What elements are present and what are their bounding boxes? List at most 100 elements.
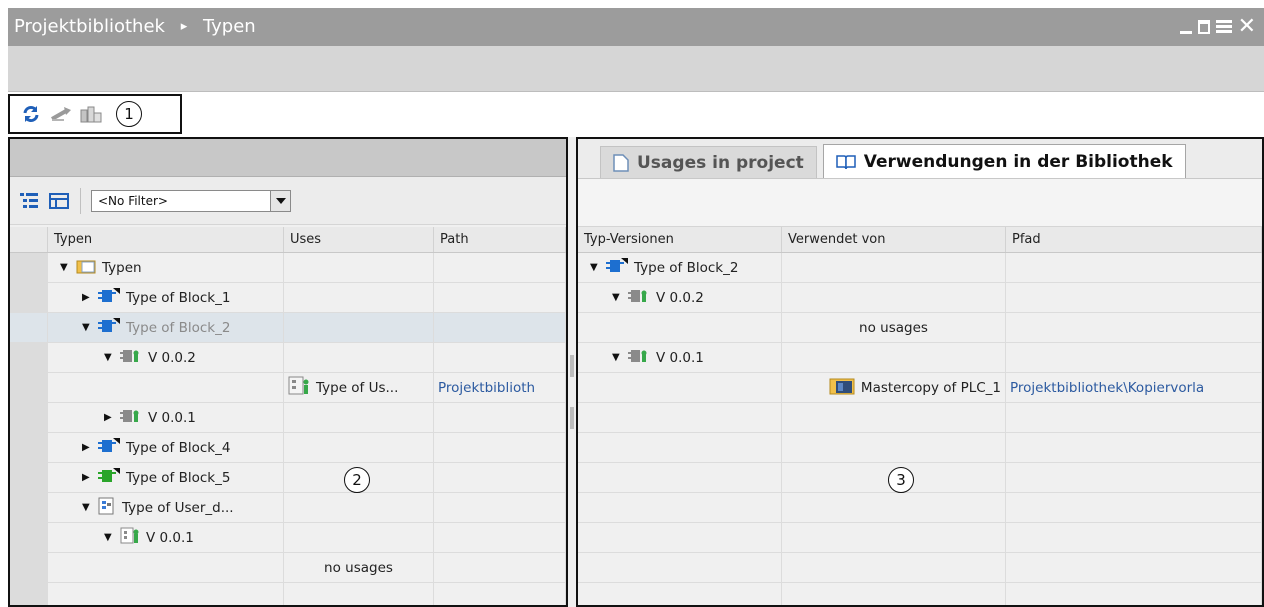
filter-select[interactable]: <No Filter> xyxy=(91,189,291,212)
book-icon xyxy=(836,154,856,169)
row-header[interactable] xyxy=(10,523,48,552)
row-header[interactable] xyxy=(10,433,48,462)
tree-cell: ▼ Typen xyxy=(48,253,284,282)
table-row[interactable] xyxy=(578,583,1262,605)
version-icon xyxy=(120,348,142,368)
pfad-cell xyxy=(1006,553,1262,582)
row-header[interactable] xyxy=(10,283,48,312)
tree-node[interactable]: ▼ Type of Block_2 xyxy=(582,257,738,278)
jump-icon[interactable] xyxy=(50,103,72,125)
copy-to-library-icon[interactable] xyxy=(80,103,102,125)
tree-toggle-icon[interactable]: ▶ xyxy=(82,292,92,303)
tree-toggle-icon[interactable]: ▶ xyxy=(104,412,114,423)
tab-verwendungen-in-der-bibliothek[interactable]: Verwendungen in der Bibliothek xyxy=(822,144,1186,178)
tree-node[interactable]: ▼ V 0.0.1 xyxy=(582,348,704,368)
tree-toggle-icon[interactable]: ▶ xyxy=(82,442,92,453)
row-header[interactable] xyxy=(10,313,48,342)
tree-toggle-icon[interactable]: ▼ xyxy=(82,322,92,333)
expand-all-icon[interactable] xyxy=(18,190,40,212)
column-header-typen[interactable]: Typen xyxy=(48,227,284,252)
column-header-pfad[interactable]: Pfad xyxy=(1006,227,1262,252)
row-header[interactable] xyxy=(10,403,48,432)
table-row[interactable]: ▼ V 0.0.2 xyxy=(10,343,566,373)
path-link[interactable]: Projektbiblioth xyxy=(438,380,535,396)
tree-node[interactable]: ▼ V 0.0.1 xyxy=(52,527,194,549)
table-row[interactable] xyxy=(578,493,1262,523)
tree-toggle-icon[interactable]: ▶ xyxy=(82,472,92,483)
splitter-handle-bottom[interactable] xyxy=(570,407,574,429)
row-header[interactable] xyxy=(10,493,48,522)
tree-node[interactable]: ▶ Type of Block_4 xyxy=(52,437,230,458)
table-row[interactable]: ▼ V 0.0.2 xyxy=(578,283,1262,313)
table-row[interactable]: Type of Us... Projektbiblioth xyxy=(10,373,566,403)
table-row[interactable]: ▶ Type of Block_4 xyxy=(10,433,566,463)
tab-usages-in-project[interactable]: Usages in project xyxy=(600,146,817,178)
column-header-uses[interactable]: Uses xyxy=(284,227,434,252)
close-icon[interactable]: ✕ xyxy=(1238,8,1256,46)
table-row[interactable] xyxy=(578,463,1262,493)
tree-toggle-icon[interactable]: ▼ xyxy=(590,262,600,273)
table-row[interactable]: ▶ Type of Block_5 xyxy=(10,463,566,493)
tree-node[interactable]: ▶ Type of Block_5 xyxy=(52,467,230,488)
table-row[interactable]: ▼ Type of Block_2 xyxy=(578,253,1262,283)
row-header[interactable] xyxy=(10,343,48,372)
column-header-typ-versionen[interactable]: Typ-Versionen xyxy=(578,227,782,252)
tree-toggle-icon[interactable]: ▼ xyxy=(60,262,70,273)
splitter-handle-top[interactable] xyxy=(570,355,574,377)
minimize-icon[interactable] xyxy=(1179,30,1192,34)
table-row[interactable]: no usages xyxy=(578,313,1262,343)
tree-node[interactable]: ▼ Type of User_d... xyxy=(52,497,234,519)
table-row[interactable]: ▼ Type of Block_2 xyxy=(10,313,566,343)
table-row[interactable] xyxy=(578,553,1262,583)
row-header[interactable] xyxy=(10,373,48,402)
table-row[interactable]: ▶ V 0.0.1 xyxy=(10,403,566,433)
table-row[interactable] xyxy=(578,403,1262,433)
table-row[interactable]: ▼ Type of User_d... xyxy=(10,493,566,523)
column-header-path[interactable]: Path xyxy=(434,227,566,252)
column-header-verwendet-von[interactable]: Verwendet von xyxy=(782,227,1006,252)
tree-toggle-icon[interactable]: ▼ xyxy=(612,352,622,363)
pfad-link[interactable]: Projektbibliothek\Kopiervorla xyxy=(1010,380,1204,396)
tree-cell xyxy=(578,373,782,402)
pfad-cell xyxy=(1006,463,1262,492)
tree-node[interactable]: ▶ V 0.0.1 xyxy=(52,408,196,428)
maximize-icon[interactable] xyxy=(1215,20,1232,34)
tree-toggle-icon[interactable]: ▼ xyxy=(82,502,92,513)
tree-node[interactable]: ▼ V 0.0.2 xyxy=(582,288,704,308)
tree-toggle-icon[interactable]: ▼ xyxy=(104,532,114,543)
row-header[interactable] xyxy=(10,463,48,492)
chevron-down-icon[interactable] xyxy=(270,190,290,211)
uses-cell xyxy=(284,283,434,312)
tree-node[interactable]: ▼ Type of Block_2 xyxy=(52,317,230,338)
uses-value: no usages xyxy=(324,559,393,576)
table-row[interactable]: ▼ Typen xyxy=(10,253,566,283)
float-icon[interactable] xyxy=(1197,20,1210,34)
table-row[interactable]: ▼ V 0.0.1 xyxy=(578,343,1262,373)
used-by-cell xyxy=(782,583,1006,605)
row-header[interactable] xyxy=(10,583,48,605)
refresh-icon[interactable] xyxy=(20,103,42,125)
path-cell xyxy=(434,343,566,372)
table-row[interactable] xyxy=(10,583,566,605)
table-row[interactable]: Mastercopy of PLC_1 Projektbibliothek\Kop… xyxy=(578,373,1262,403)
row-header[interactable] xyxy=(10,553,48,582)
table-row[interactable]: no usages xyxy=(10,553,566,583)
document-icon xyxy=(613,153,629,172)
table-row[interactable]: ▼ V 0.0.1 xyxy=(10,523,566,553)
tree-node[interactable]: ▶ Type of Block_1 xyxy=(52,287,230,308)
table-row[interactable] xyxy=(578,523,1262,553)
panel-splitter[interactable] xyxy=(568,137,576,607)
row-header[interactable] xyxy=(10,253,48,282)
tree-node[interactable]: ▼ V 0.0.2 xyxy=(52,348,196,368)
table-row[interactable]: ▶ Type of Block_1 xyxy=(10,283,566,313)
library-toolbar: 1 xyxy=(8,94,182,134)
tree-toggle-icon[interactable]: ▼ xyxy=(612,292,622,303)
tree-node[interactable]: ▼ Typen xyxy=(52,258,142,278)
types-grid-header: Typen Uses Path xyxy=(10,227,566,253)
tree-toggle-icon[interactable]: ▼ xyxy=(104,352,114,363)
breadcrumb-typen[interactable]: Typen xyxy=(203,16,256,37)
folder-icon xyxy=(76,258,96,278)
collapse-all-icon[interactable] xyxy=(48,190,70,212)
table-row[interactable] xyxy=(578,433,1262,463)
breadcrumb-projektbibliothek[interactable]: Projektbibliothek xyxy=(14,16,165,37)
